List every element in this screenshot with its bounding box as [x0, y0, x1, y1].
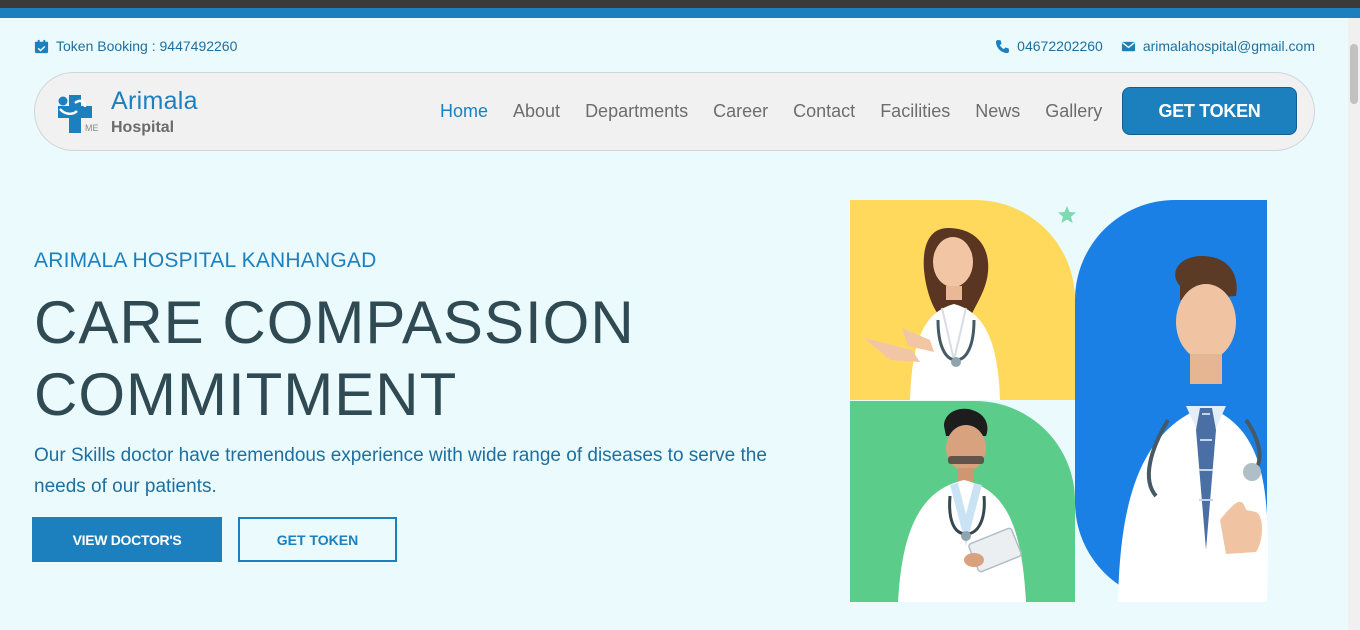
calendar-check-icon: [34, 39, 49, 53]
info-bar: Token Booking : 9447492260 04672202260 a…: [34, 36, 1315, 58]
envelope-icon: [1121, 41, 1135, 51]
nav-item-facilities[interactable]: Facilities: [880, 101, 950, 122]
logo-title: Arimala: [111, 87, 198, 115]
svg-text:ME: ME: [85, 123, 99, 133]
medical-cross-logo-icon: ME: [58, 95, 99, 133]
get-token-hero-button[interactable]: GET TOKEN: [238, 517, 397, 562]
phone-info[interactable]: 04672202260: [995, 38, 1103, 54]
nav-item-home[interactable]: Home: [440, 101, 488, 122]
hero-headline: CARE COMPASSION COMMITMENT: [34, 287, 734, 431]
nav-item-news[interactable]: News: [975, 101, 1020, 122]
view-doctors-button[interactable]: VIEW DOCTOR'S: [32, 517, 222, 562]
browser-top-strip: [0, 0, 1360, 8]
phone-icon: [996, 39, 1010, 53]
logo-subtitle: Hospital: [111, 119, 175, 136]
nav-item-departments[interactable]: Departments: [585, 101, 688, 122]
token-booking-info[interactable]: Token Booking : 9447492260: [34, 38, 237, 54]
page-scrollbar[interactable]: [1348, 18, 1360, 630]
nav-item-career[interactable]: Career: [713, 101, 768, 122]
email-text: arimalahospital@gmail.com: [1142, 38, 1315, 54]
nav-item-contact[interactable]: Contact: [793, 101, 855, 122]
email-info[interactable]: arimalahospital@gmail.com: [1121, 38, 1315, 54]
phone-text: 04672202260: [1017, 38, 1103, 54]
top-accent-bar: [0, 8, 1360, 18]
nav-item-gallery[interactable]: Gallery: [1045, 101, 1102, 122]
main-navbar: ME Arimala Hospital Home About Departmen…: [34, 72, 1315, 151]
hero-headline-line-1: CARE COMPASSION: [34, 289, 635, 356]
hero-lead-text: Our Skills doctor have tremendous experi…: [34, 445, 767, 497]
token-booking-text: Token Booking : 9447492260: [56, 38, 238, 54]
star-decoration-icon: [1058, 206, 1076, 223]
hero-eyebrow: ARIMALA HOSPITAL KANHANGAD: [34, 249, 377, 272]
scrollbar-thumb[interactable]: [1350, 44, 1358, 104]
hospital-logo[interactable]: ME Arimala Hospital: [55, 87, 235, 139]
hero-doctors-illustration: [850, 200, 1268, 602]
nav-item-about[interactable]: About: [513, 101, 560, 122]
hero-headline-line-2: COMMITMENT: [34, 361, 458, 428]
nav-links: Home About Departments Career Contact Fa…: [440, 101, 1102, 122]
get-token-nav-button[interactable]: GET TOKEN: [1122, 87, 1297, 135]
